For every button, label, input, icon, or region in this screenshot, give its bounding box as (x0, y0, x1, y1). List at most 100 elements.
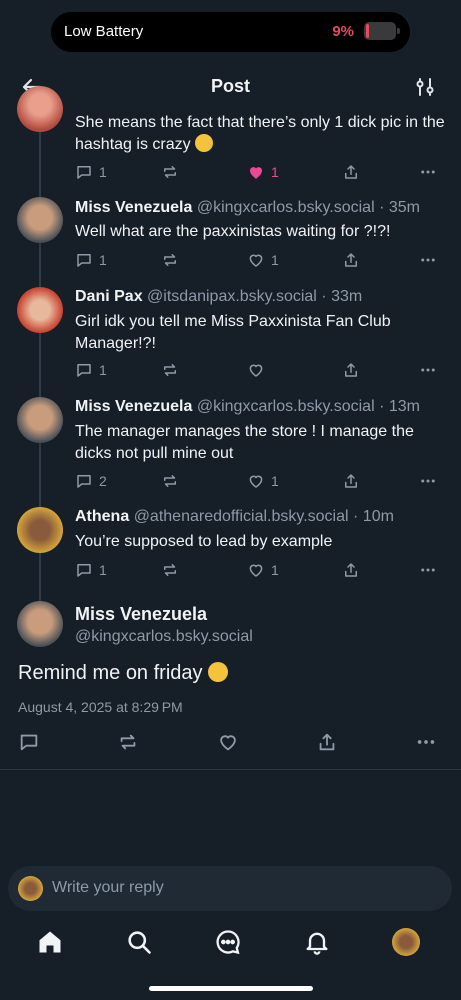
author-name[interactable]: Miss Venezuela (75, 604, 207, 625)
tab-notifications[interactable] (303, 928, 331, 956)
battery-status-label: Low Battery (64, 23, 144, 40)
share-icon (345, 363, 357, 377)
like-count: 1 (271, 252, 279, 268)
like-count: 1 (271, 473, 279, 489)
more-options-button[interactable] (419, 560, 437, 580)
more-options-button[interactable] (419, 360, 437, 380)
avatar[interactable] (17, 507, 63, 553)
like-button[interactable]: 1 (247, 250, 279, 270)
more-options-button[interactable] (419, 162, 437, 182)
share-button[interactable] (342, 250, 360, 270)
avatar[interactable] (17, 197, 63, 243)
share-button[interactable] (342, 560, 360, 580)
author-name[interactable]: Dani Pax (75, 288, 143, 305)
heart-icon (249, 475, 263, 488)
avatar (18, 876, 43, 901)
reply-button[interactable]: 1 (75, 560, 107, 580)
tab-home[interactable] (36, 928, 64, 956)
post-actions: 1 1 (75, 162, 445, 182)
post-actions: 2 1 (75, 471, 445, 491)
reply-count: 1 (99, 562, 107, 578)
bell-icon (306, 932, 328, 955)
comment-icon (77, 364, 91, 377)
battery-icon (364, 22, 396, 40)
reply-button[interactable]: 1 (75, 250, 107, 270)
post-text: She means the fact that there’s only 1 d… (75, 114, 445, 153)
share-button[interactable] (342, 162, 360, 182)
repost-button[interactable] (161, 250, 179, 270)
ellipsis-icon (421, 258, 435, 262)
reply-button[interactable]: 2 (75, 471, 107, 491)
repost-icon (164, 564, 176, 576)
avatar[interactable] (17, 287, 63, 333)
share-button[interactable] (342, 471, 360, 491)
avatar[interactable] (17, 397, 63, 443)
author-name[interactable]: Miss Venezuela (75, 398, 192, 415)
avatar[interactable] (17, 601, 63, 647)
repost-button[interactable] (161, 162, 179, 182)
reply-button[interactable] (18, 731, 40, 753)
author-name[interactable]: Athena (75, 508, 129, 525)
tab-search[interactable] (125, 928, 153, 956)
author-handle[interactable]: @itsdanipax.bsky.social (147, 288, 317, 305)
author-handle[interactable]: @kingxcarlos.bsky.social (197, 199, 375, 216)
page-title: Post (210, 76, 250, 96)
author-handle[interactable]: @kingxcarlos.bsky.social (75, 628, 253, 646)
repost-button[interactable] (161, 360, 179, 380)
post-date: August 4, 2025 at 8:29 PM (18, 699, 183, 715)
thread-settings-button[interactable] (413, 75, 439, 99)
share-icon (345, 165, 357, 179)
tab-profile[interactable] (392, 928, 420, 956)
ellipsis-icon (417, 740, 435, 744)
tab-messages[interactable] (214, 928, 242, 956)
reply-button[interactable]: 1 (75, 360, 107, 380)
crying-emoji (195, 134, 214, 152)
comment-icon (77, 254, 91, 267)
status-pill: Low Battery 9% (51, 12, 410, 52)
comment-icon (77, 166, 91, 179)
repost-button[interactable] (161, 471, 179, 491)
repost-button[interactable] (161, 560, 179, 580)
post-actions: 1 1 (75, 560, 445, 580)
post-actions: 1 1 (75, 250, 445, 270)
ellipsis-icon (421, 479, 435, 483)
avatar[interactable] (17, 86, 63, 132)
shushing-emoji (208, 662, 229, 682)
like-count: 1 (271, 562, 279, 578)
post-text: Well what are the paxxinistas waiting fo… (75, 223, 391, 240)
repost-icon (164, 475, 176, 487)
battery-percent: 9% (332, 23, 354, 40)
repost-icon (164, 166, 176, 178)
author-handle[interactable]: @kingxcarlos.bsky.social (197, 398, 375, 415)
share-icon (345, 474, 357, 488)
share-button[interactable] (342, 360, 360, 380)
comment-icon (77, 564, 91, 577)
reply-count: 1 (99, 362, 107, 378)
more-options-button[interactable] (419, 471, 437, 491)
post-actions: 1 (75, 360, 445, 380)
author-name[interactable]: Miss Venezuela (75, 199, 192, 216)
more-options-button[interactable] (415, 731, 437, 753)
like-button[interactable]: 1 (247, 162, 279, 182)
author-handle[interactable]: @athenaredofficial.bsky.social (134, 508, 349, 525)
heart-filled-icon (250, 167, 262, 179)
reply-button[interactable]: 1 (75, 162, 107, 182)
like-button[interactable]: 1 (247, 560, 279, 580)
share-icon (345, 563, 357, 577)
reply-composer[interactable]: Write your reply (8, 866, 452, 911)
like-button[interactable] (217, 731, 239, 753)
divider (0, 769, 461, 770)
sliders-icon (416, 78, 434, 96)
more-options-button[interactable] (419, 250, 437, 270)
heart-icon (249, 564, 263, 577)
main-post-text: Remind me on friday (18, 662, 229, 685)
post-text: You’re supposed to lead by example (75, 533, 333, 550)
heart-icon (249, 364, 263, 377)
share-button[interactable] (316, 731, 338, 753)
like-button[interactable]: 1 (247, 471, 279, 491)
like-button[interactable] (247, 360, 265, 380)
heart-icon (249, 254, 263, 267)
reply-count: 2 (99, 473, 107, 489)
repost-button[interactable] (117, 731, 139, 753)
post-time: · 13m (379, 398, 420, 415)
